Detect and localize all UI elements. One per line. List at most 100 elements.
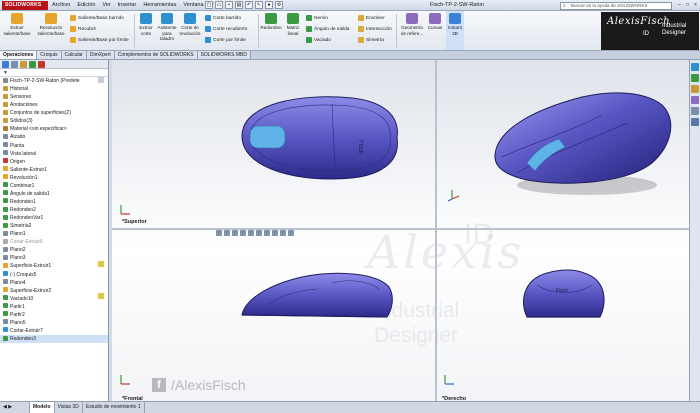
boundary-boss-button[interactable]: Saliente/Base por límite <box>70 37 129 43</box>
intersect-button[interactable]: Intersección <box>358 26 392 32</box>
custom-properties-icon[interactable] <box>691 118 699 126</box>
feature-tree-item[interactable]: Cortar-Extruir7 <box>0 327 108 335</box>
tab-operaciones[interactable]: Operaciones <box>0 51 38 59</box>
view-settings-icon[interactable] <box>288 230 294 236</box>
feature-tree-item[interactable]: Superficie-Extruir1 <box>0 262 108 270</box>
draft-button[interactable]: Ángulo de salida <box>306 26 349 32</box>
feature-tree-item[interactable]: Redondeo2 <box>0 206 108 214</box>
view-orientation-icon[interactable] <box>248 230 254 236</box>
undo-icon[interactable]: ↶ <box>245 1 253 9</box>
feature-tree-item[interactable]: Historial <box>0 85 108 93</box>
viewport-divider-vertical[interactable] <box>435 60 437 401</box>
feature-tree-item[interactable]: Fisch-TP-2-SW-Raton (Predete <box>0 77 108 85</box>
front-view-model[interactable] <box>237 265 397 325</box>
menu-archivo[interactable]: Archivo <box>52 2 70 8</box>
extrude-boss-button[interactable]: Extruir saliente/base <box>2 11 32 36</box>
previous-view-icon[interactable] <box>232 230 238 236</box>
menu-ventana[interactable]: Ventana <box>183 2 203 8</box>
dimxpert-icon[interactable] <box>29 61 36 68</box>
revolve-cut-button[interactable]: Corte de revolución <box>178 11 202 36</box>
solidworks-resources-icon[interactable] <box>691 63 699 71</box>
fillet-button[interactable]: Redondeo <box>259 11 283 31</box>
feature-tree-item[interactable]: Superficie-Extruir2 <box>0 287 108 295</box>
extrude-cut-button[interactable]: Extruir corte <box>136 11 156 36</box>
tab-modelo[interactable]: Modelo <box>30 402 55 413</box>
feature-tree-item[interactable]: Simetría2 <box>0 222 108 230</box>
edit-appearance-icon[interactable] <box>272 230 278 236</box>
minimize-icon[interactable]: – <box>676 1 683 9</box>
tab-croquis[interactable]: Croquis <box>37 51 62 59</box>
viewport-divider-horizontal[interactable] <box>112 228 689 230</box>
feature-tree-item[interactable]: Redondeo3 <box>0 335 108 344</box>
nav-arrows[interactable]: ◀ ▶ <box>0 402 30 413</box>
linear-pattern-button[interactable]: Matriz lineal <box>284 11 302 36</box>
section-view-icon[interactable] <box>240 230 246 236</box>
feature-tree-item[interactable]: Plano4 <box>0 279 108 287</box>
isometric-view-model[interactable] <box>487 85 687 200</box>
tab-estudio-movimiento[interactable]: Estudio de movimiento 1 <box>83 402 145 413</box>
feature-tree-item[interactable]: Material <sin especificar> <box>0 125 108 133</box>
tab-complementos[interactable]: Complementos de SOLIDWORKS <box>114 51 198 59</box>
feature-tree-item[interactable]: Anotaciones <box>0 101 108 109</box>
swept-boss-button[interactable]: Saliente/Base barrido <box>70 15 124 21</box>
feature-tree-item[interactable]: Plano1 <box>0 230 108 238</box>
zoom-area-icon[interactable] <box>224 230 230 236</box>
feature-tree-item[interactable]: Plano3 <box>0 254 108 262</box>
right-view-model[interactable]: Fisch <box>512 265 612 325</box>
feature-tree-item[interactable]: Vaciado10 <box>0 295 108 303</box>
save-icon[interactable]: ▪ <box>225 1 233 9</box>
wrap-button[interactable]: Envolver <box>358 15 385 21</box>
feature-tree-item[interactable]: (-) Croquis5 <box>0 271 108 279</box>
tab-dimxpert[interactable]: DimXpert <box>86 51 115 59</box>
feature-tree-icon[interactable] <box>2 61 9 68</box>
menu-edicion[interactable]: Edición <box>77 2 95 8</box>
help-search-input[interactable]: ⌕ Buscar en la ayuda de SOLIDWORKS <box>560 1 672 10</box>
feature-tree-item[interactable]: Vista lateral <box>0 150 108 158</box>
options-icon[interactable]: ⚙ <box>275 1 283 9</box>
maximize-icon[interactable]: □ <box>684 1 691 9</box>
close-icon[interactable]: × <box>692 1 699 9</box>
swept-cut-button[interactable]: Corte barrido <box>205 15 241 21</box>
curves-button[interactable]: Curvas <box>426 11 444 31</box>
hole-wizard-button[interactable]: Asistente para taladro <box>156 11 178 42</box>
lofted-cut-button[interactable]: Corte recubierto <box>205 26 247 32</box>
print-icon[interactable]: ▤ <box>235 1 243 9</box>
view-palette-icon[interactable] <box>691 96 699 104</box>
file-explorer-icon[interactable] <box>691 85 699 93</box>
tab-mbd[interactable]: SOLIDWORKS MBD <box>197 51 251 59</box>
feature-tree-item[interactable]: Partir1 <box>0 303 108 311</box>
revolve-boss-button[interactable]: Revolución saliente/base <box>34 11 68 36</box>
solidworks-logo[interactable]: SOLIDWORKS <box>2 1 48 10</box>
configuration-icon[interactable] <box>20 61 27 68</box>
menu-ver[interactable]: Ver <box>102 2 110 8</box>
feature-tree-item[interactable]: Planta <box>0 142 108 150</box>
tab-vistas-3d[interactable]: Vistas 3D <box>55 402 83 413</box>
menu-insertar[interactable]: Insertar <box>118 2 137 8</box>
feature-tree-item[interactable]: Revolución1 <box>0 174 108 182</box>
tab-calcular[interactable]: Calcular <box>61 51 87 59</box>
feature-tree-item[interactable]: Cortar-Extruir6 <box>0 238 108 246</box>
feature-tree-item[interactable]: RedondeoVar1 <box>0 214 108 222</box>
feature-tree-item[interactable]: Origen <box>0 158 108 166</box>
feature-tree-item[interactable]: Plano2 <box>0 246 108 254</box>
feature-tree-item[interactable]: Ángulo de salida1 <box>0 190 108 198</box>
graphics-area[interactable]: Alexis ID Industrial Designer Fisch Fisc… <box>112 60 689 402</box>
zoom-fit-icon[interactable] <box>216 230 222 236</box>
display-manager-icon[interactable] <box>38 61 45 68</box>
tree-filter[interactable]: ▼ <box>0 69 108 77</box>
instant3d-button[interactable]: Instant 3D <box>446 11 464 50</box>
display-style-icon[interactable] <box>256 230 262 236</box>
design-library-icon[interactable] <box>691 74 699 82</box>
feature-tree-item[interactable]: Partir2 <box>0 311 108 319</box>
feature-tree-item[interactable]: Sólidos(3) <box>0 117 108 125</box>
feature-tree-item[interactable]: Alzado <box>0 133 108 141</box>
property-manager-icon[interactable] <box>11 61 18 68</box>
shell-button[interactable]: Vaciado <box>306 37 331 43</box>
feature-tree-item[interactable]: Plano5 <box>0 319 108 327</box>
rib-button[interactable]: Nervio <box>306 15 328 21</box>
appearances-icon[interactable] <box>691 107 699 115</box>
feature-tree-item[interactable]: Conjuntos de superficies(2) <box>0 109 108 117</box>
menu-herramientas[interactable]: Herramientas <box>143 2 176 8</box>
loft-button[interactable]: Recubrir <box>70 26 96 32</box>
select-icon[interactable]: ↖ <box>255 1 263 9</box>
